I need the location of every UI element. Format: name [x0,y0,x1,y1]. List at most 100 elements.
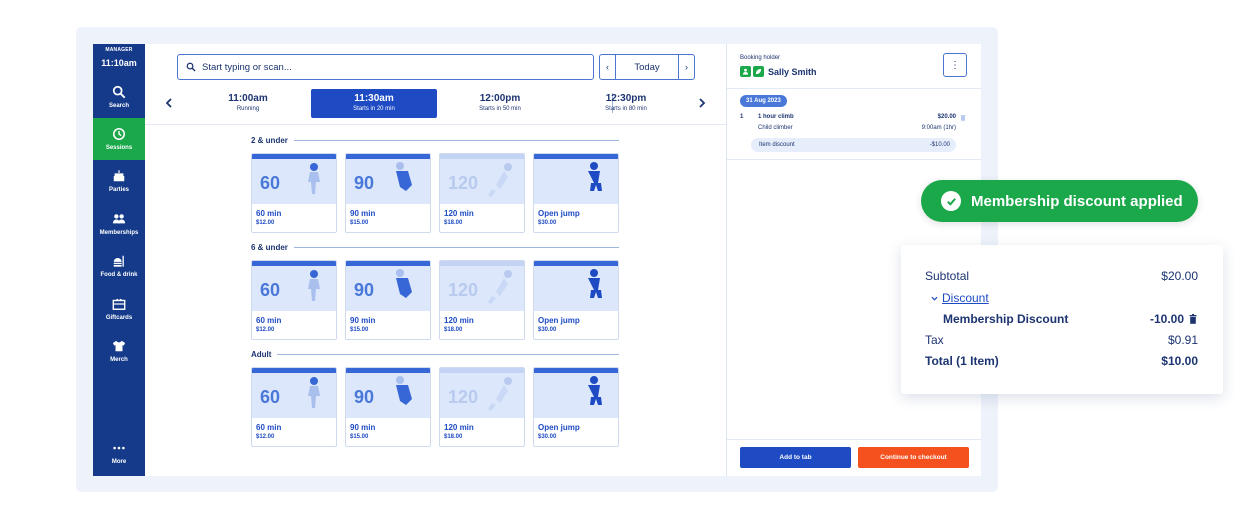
tax-row: Tax $0.91 [925,333,1198,347]
session-card[interactable]: 120 120 min $18.00 [439,367,525,447]
card-illustration: 60 [252,373,336,418]
card-name: 60 min [256,423,282,432]
timeslot-1100[interactable]: 11:00am Running [185,89,311,118]
session-card[interactable]: 60 60 min $12.00 [251,367,337,447]
trash-icon[interactable] [960,114,966,121]
card-price: $30.00 [538,434,557,440]
prev-date-button[interactable]: ‹ [600,55,616,79]
section-title: 6 & under [251,243,288,252]
timeslot-status: Starts in 50 min [479,106,521,112]
sessions-main: Start typing or scan... ‹ Today › 11:00a… [145,44,726,476]
item-discount-label: Item discount [759,142,795,148]
continue-to-checkout-button[interactable]: Continue to checkout [858,447,969,468]
timeslot-status: Running [236,106,260,112]
booking-holder[interactable]: Sally Smith [740,66,817,77]
sidebar-item-label: Search [108,103,129,109]
clock-icon [112,127,126,141]
app-window: MANAGER 11:10am Search Sessions Parties … [93,44,981,476]
sidebar-item-merch[interactable]: Merch [93,330,145,372]
cake-icon [113,170,125,182]
discount-link[interactable]: Discount [942,291,989,305]
card-duration-number: 120 [448,173,479,193]
sidebar-item-food-drink[interactable]: Food & drink [93,245,145,287]
card-name: Open jump [538,316,580,325]
add-to-tab-button[interactable]: Add to tab [740,447,851,468]
card-illustration: 120 [440,159,524,204]
sidebar-item-giftcards[interactable]: Giftcards [93,288,145,330]
card-name: 90 min [350,209,376,218]
next-date-button[interactable]: › [678,55,694,79]
card-duration-number: 120 [448,387,479,407]
session-card[interactable]: Open jump $30.00 [533,260,619,340]
sidebar-item-label: Giftcards [105,315,133,321]
tax-value: $0.91 [1167,333,1198,347]
trash-icon[interactable] [1189,314,1197,324]
timeslot-time: 11:30am [354,93,394,104]
divider [727,439,981,440]
search-icon [112,85,126,99]
timeslot-1200[interactable]: 12:00pm Starts in 50 min [437,89,563,118]
timeslot-1230[interactable]: 12:30pm Starts in 80 min [563,89,689,118]
discount-toggle[interactable]: Discount [931,291,1198,305]
tshirt-icon [112,340,126,352]
booking-holder-name: Sally Smith [768,66,817,77]
people-icon [112,214,126,224]
section-divider [293,247,619,248]
card-price: $30.00 [538,220,557,226]
card-duration-number: 90 [354,173,375,193]
card-illustration: 90 [346,159,430,204]
search-input[interactable]: Start typing or scan... [177,54,594,80]
card-price: $12.00 [256,327,275,333]
card-name: 120 min [444,316,474,325]
card-illustration: 90 [346,266,430,311]
card-price: $18.00 [444,220,463,226]
total-label: Total (1 Item) [925,354,999,368]
session-card[interactable]: 120 120 min $18.00 [439,260,525,340]
card-duration-number: 120 [448,280,479,300]
line-item-details: Child climber 9:00am (1hr) [758,125,956,131]
sidebar-item-more[interactable]: More [93,432,145,474]
card-price: $15.00 [350,327,369,333]
section-divider [293,140,619,141]
session-card[interactable]: Open jump $30.00 [533,153,619,233]
climber-figure-icon [588,162,602,191]
sidebar-item-label: Parties [108,187,129,193]
leaf-icon [753,66,764,77]
session-card[interactable]: 60 60 min $12.00 [251,153,337,233]
section-header: 6 & under [251,243,619,252]
session-card[interactable]: 60 60 min $12.00 [251,260,337,340]
timeslot-1130[interactable]: 11:30am Starts in 20 min [311,89,437,118]
session-card[interactable]: 120 120 min $18.00 [439,153,525,233]
session-card[interactable]: 90 90 min $15.00 [345,153,431,233]
timeslot-status: Starts in 20 min [353,106,395,112]
line-item-name: 1 hour climb [758,114,794,120]
divider [727,159,981,160]
sidebar-item-search[interactable]: Search [93,76,145,118]
card-illustration: 60 [252,159,336,204]
card-price: $18.00 [444,434,463,440]
date-label[interactable]: Today [616,55,678,79]
card-price: $15.00 [350,434,369,440]
sidebar-item-label: Merch [110,357,128,363]
climber-figure-icon [396,376,412,405]
membership-discount-value: -10.00 [1149,312,1184,326]
kebab-menu-icon[interactable]: ⋮ [943,53,967,77]
chevron-right-icon[interactable] [698,98,706,108]
chevron-left-icon[interactable] [165,98,173,108]
climber-figure-icon [588,376,602,405]
section-title: 2 & under [251,136,288,145]
session-card[interactable]: 90 90 min $15.00 [345,260,431,340]
climber-figure-icon [308,163,320,194]
session-card[interactable]: 90 90 min $15.00 [345,367,431,447]
card-price: $12.00 [256,220,275,226]
card-name: 120 min [444,423,474,432]
session-card[interactable]: Open jump $30.00 [533,367,619,447]
sidebar-item-memberships[interactable]: Memberships [93,203,145,245]
sidebar-item-label: Food & drink [100,272,138,278]
sidebar-item-parties[interactable]: Parties [93,160,145,202]
sidebar-item-sessions[interactable]: Sessions [93,118,145,160]
climber-figure-icon [308,377,320,408]
timeslot-status: Starts in 80 min [605,106,647,112]
line-item-time: 9:00am (1hr) [921,125,956,131]
subtotal-label: Subtotal [925,269,970,283]
